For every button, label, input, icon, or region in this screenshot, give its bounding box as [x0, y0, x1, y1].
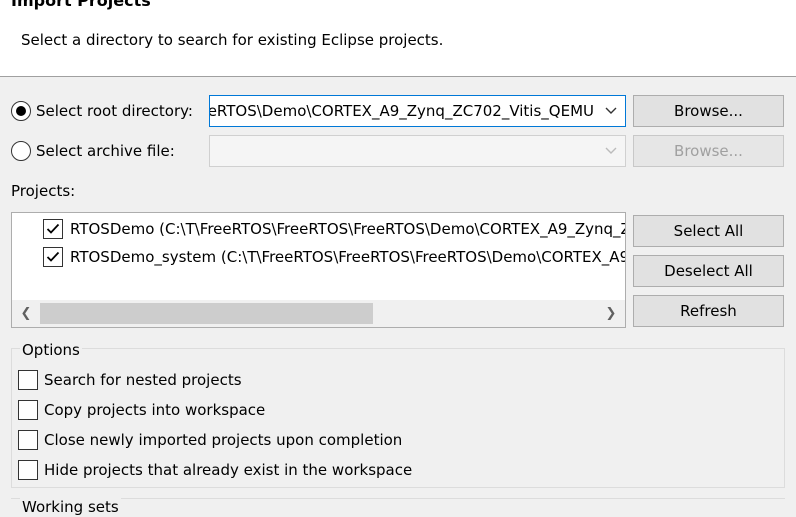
projects-list[interactable]: RTOSDemo (C:\T\FreeRTOS\FreeRTOS\FreeRTO… [11, 212, 626, 328]
option-label: Close newly imported projects upon compl… [44, 431, 403, 449]
checkbox-checked-icon[interactable] [43, 219, 63, 239]
close-imported-checkbox[interactable]: Close newly imported projects upon compl… [18, 430, 402, 450]
project-label: RTOSDemo (C:\T\FreeRTOS\FreeRTOS\FreeRTO… [70, 220, 625, 238]
deselect-all-button[interactable]: Deselect All [633, 255, 784, 287]
radio-unselected-icon[interactable] [11, 141, 31, 161]
radio-selected-icon[interactable] [11, 101, 31, 121]
root-directory-value[interactable]: C:\T\FreeRTOS\FreeRTOS\FreeRTOS\Demo\COR… [210, 102, 594, 120]
checkbox-unchecked-icon[interactable] [18, 460, 38, 480]
list-item[interactable]: RTOSDemo (C:\T\FreeRTOS\FreeRTOS\FreeRTO… [43, 219, 625, 239]
horizontal-scrollbar[interactable]: ❮ ❯ [12, 300, 625, 327]
options-title: Options [20, 341, 82, 359]
browse-archive-button[interactable]: Browse... [633, 135, 784, 167]
select-all-button[interactable]: Select All [633, 215, 784, 247]
page-title: Import Projects [11, 0, 151, 10]
hide-existing-checkbox[interactable]: Hide projects that already exist in the … [18, 460, 412, 480]
root-directory-radio[interactable]: Select root directory: [11, 101, 193, 121]
archive-file-combo[interactable] [209, 135, 626, 167]
copy-into-workspace-checkbox[interactable]: Copy projects into workspace [18, 400, 265, 420]
checkbox-unchecked-icon[interactable] [18, 400, 38, 420]
checkbox-unchecked-icon[interactable] [18, 370, 38, 390]
project-label: RTOSDemo_system (C:\T\FreeRTOS\FreeRTOS\… [70, 248, 625, 266]
page-description: Select a directory to search for existin… [21, 31, 444, 49]
refresh-button[interactable]: Refresh [633, 295, 784, 327]
root-directory-combo[interactable]: C:\T\FreeRTOS\FreeRTOS\FreeRTOS\Demo\COR… [209, 95, 626, 127]
chevron-down-icon[interactable] [597, 96, 625, 126]
projects-label: Projects: [11, 182, 76, 200]
wizard-header: Import Projects Select a directory to se… [0, 0, 796, 77]
checkbox-unchecked-icon[interactable] [18, 430, 38, 450]
chevron-down-icon[interactable] [597, 136, 625, 166]
option-label: Copy projects into workspace [44, 401, 266, 419]
scrollbar-thumb[interactable] [40, 303, 373, 324]
scroll-left-icon[interactable]: ❮ [12, 300, 40, 327]
archive-file-label: Select archive file: [36, 142, 175, 160]
browse-button[interactable]: Browse... [633, 95, 784, 127]
list-item[interactable]: RTOSDemo_system (C:\T\FreeRTOS\FreeRTOS\… [43, 247, 625, 267]
search-nested-checkbox[interactable]: Search for nested projects [18, 370, 242, 390]
working-sets-title: Working sets [20, 497, 121, 517]
archive-file-radio[interactable]: Select archive file: [11, 141, 175, 161]
root-directory-label: Select root directory: [36, 102, 193, 120]
scroll-right-icon[interactable]: ❯ [597, 300, 625, 327]
option-label: Hide projects that already exist in the … [44, 461, 413, 479]
option-label: Search for nested projects [44, 371, 242, 389]
working-sets-group [11, 498, 785, 499]
checkbox-checked-icon[interactable] [43, 247, 63, 267]
